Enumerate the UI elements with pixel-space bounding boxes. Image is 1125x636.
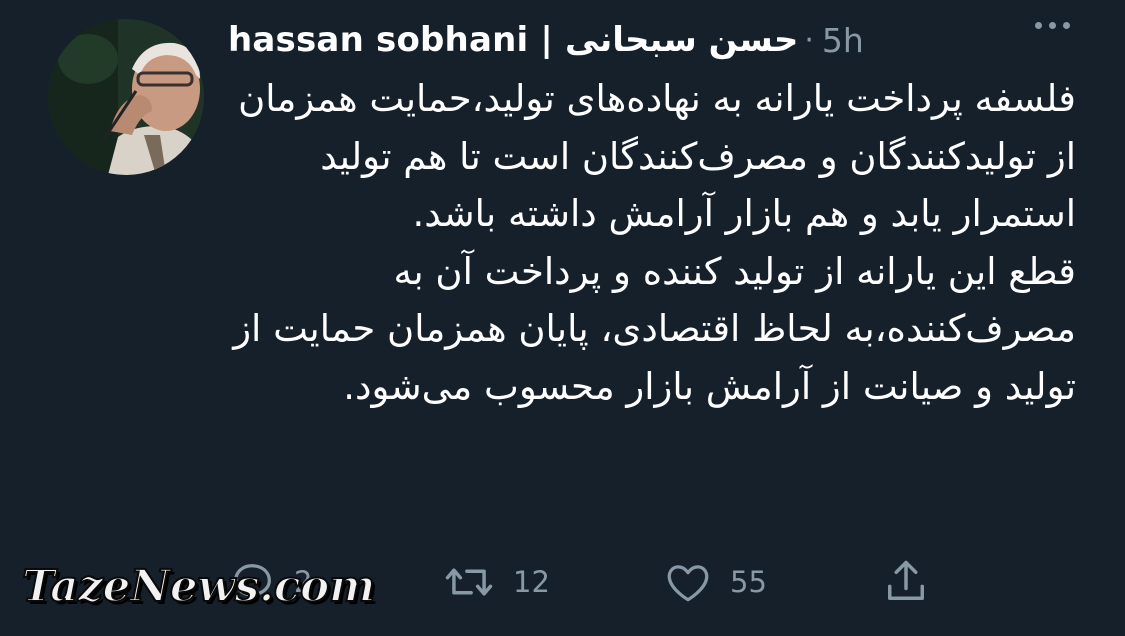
tweet-paragraph-2: قطع این یارانه از تولید کننده و پرداخت آ… xyxy=(233,249,1076,408)
tweet-header: hassan sobhani | حسن سبحانی · 5h xyxy=(228,14,864,66)
heart-icon xyxy=(667,565,709,602)
more-options-button[interactable] xyxy=(1035,22,1070,29)
share-icon xyxy=(888,560,924,600)
author-name[interactable]: hassan sobhani | حسن سبحانی xyxy=(228,20,798,60)
avatar[interactable] xyxy=(48,19,204,175)
retweet-count: 12 xyxy=(513,565,550,599)
separator-dot: · xyxy=(804,22,814,58)
more-horizontal-icon xyxy=(1035,22,1042,29)
share-button[interactable] xyxy=(880,556,932,608)
more-horizontal-icon xyxy=(1049,22,1056,29)
avatar-photo xyxy=(48,19,204,175)
tweet-timestamp[interactable]: 5h xyxy=(822,21,864,60)
tweet-text: فلسفه پرداخت یارانه به نهاده‌های تولید،ح… xyxy=(228,70,1076,415)
tweet-paragraph-1: فلسفه پرداخت یارانه به نهاده‌های تولید،ح… xyxy=(238,77,1076,235)
watermark-logo: TazeNews.com xyxy=(21,560,376,613)
more-horizontal-icon xyxy=(1063,22,1070,29)
like-button[interactable]: 55 xyxy=(662,556,767,608)
like-count: 55 xyxy=(730,565,767,599)
retweet-icon xyxy=(445,568,493,596)
retweet-button[interactable]: 12 xyxy=(441,556,550,608)
